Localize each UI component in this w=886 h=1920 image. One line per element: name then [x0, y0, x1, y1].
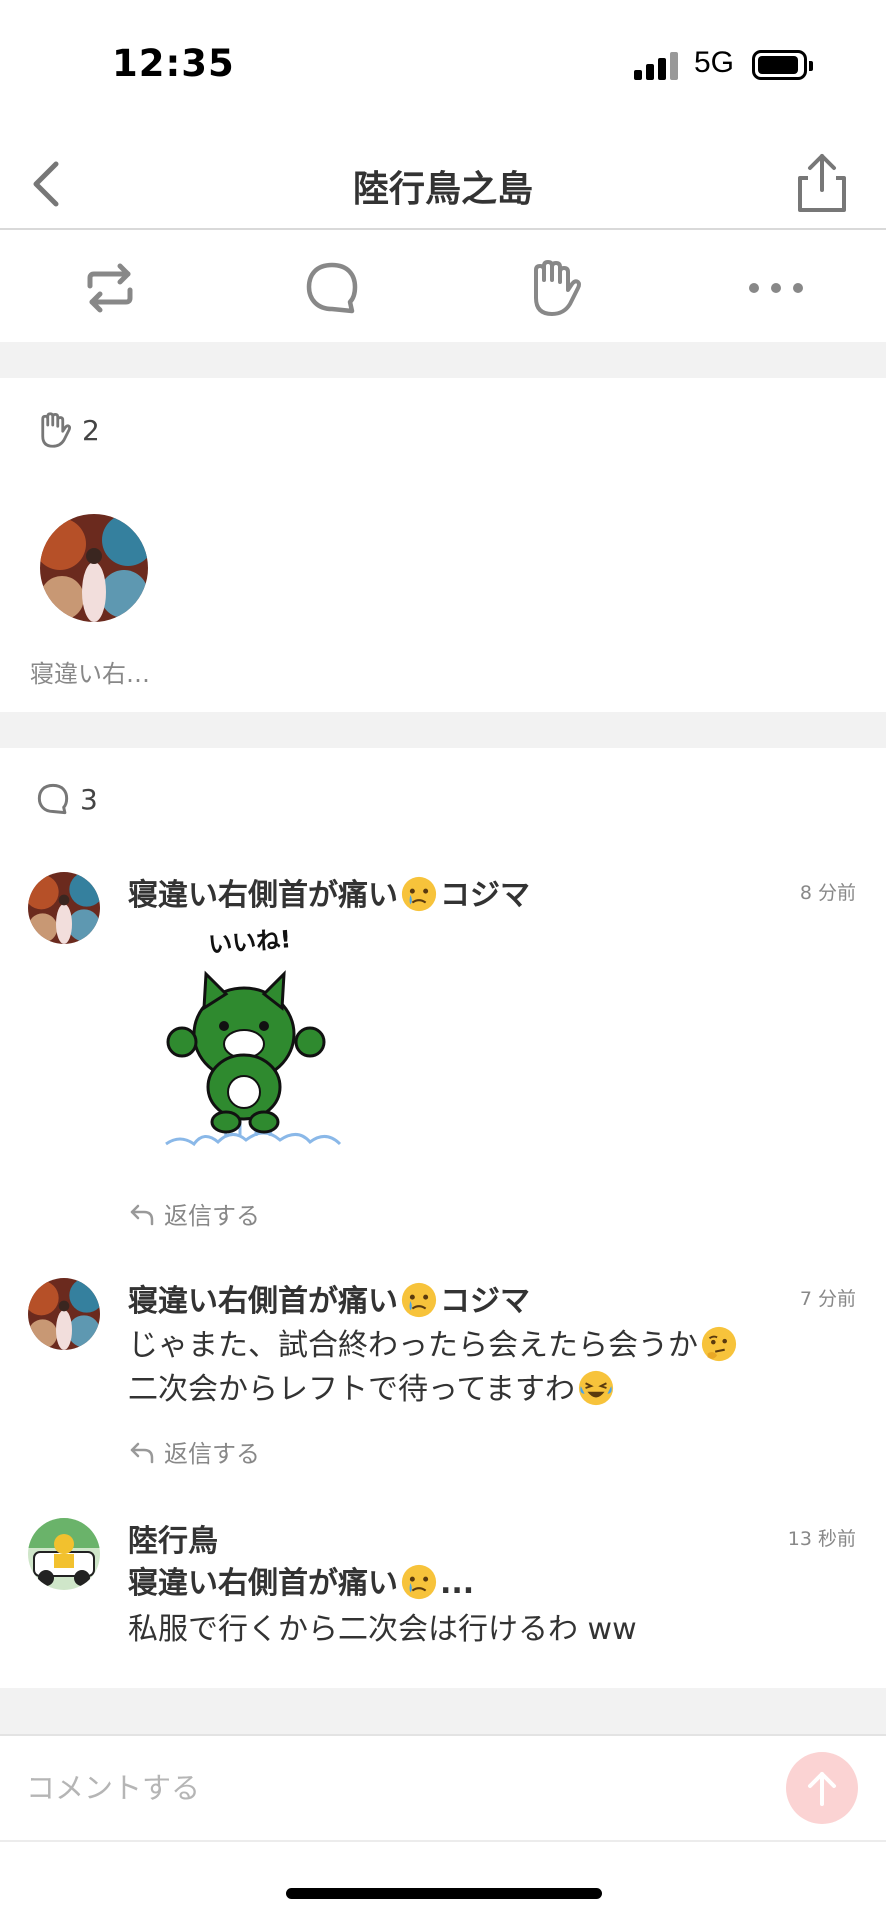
- network-label: 5G: [694, 46, 735, 79]
- sad-face-emoji-icon: [401, 876, 437, 912]
- home-indicator: [286, 1888, 602, 1899]
- more-dots-icon[interactable]: [744, 256, 808, 320]
- clap-hand-icon: [41, 412, 72, 448]
- comment-author[interactable]: 寝違い右側首が痛い コジマ: [128, 870, 530, 914]
- reply-label: 返信する: [164, 1440, 260, 1468]
- signal-icon: [634, 50, 680, 80]
- avatar[interactable]: [28, 872, 100, 944]
- laughing-tears-emoji-icon: [578, 1370, 614, 1406]
- comment-item: 寝違い右側首が痛い コジマ 7 分前 じゃまた、試合終わったら会えたら会うか 二次…: [0, 1276, 886, 1476]
- comments-count: 3: [80, 782, 98, 816]
- action-row: [0, 232, 886, 342]
- section-divider: [0, 1688, 886, 1734]
- reply-label: 返信する: [164, 1202, 260, 1230]
- reply-arrow-icon: [130, 1204, 154, 1225]
- section-divider: [0, 342, 886, 378]
- mention-name: 寝違い右側首が痛い: [128, 1566, 398, 1601]
- comment-text: じゃまた、試合終わったら会えたら会うか 二次会からレフトで待ってますわ: [128, 1324, 740, 1412]
- comment-line: 二次会からレフトで待ってますわ: [128, 1372, 575, 1407]
- thinking-face-emoji-icon: [701, 1326, 737, 1362]
- author-name-part: 寝違い右側首が痛い: [128, 878, 398, 913]
- status-bar: 12:35 5G: [0, 0, 886, 130]
- repost-icon[interactable]: [78, 256, 142, 320]
- author-name-part: 寝違い右側首が痛い: [128, 1284, 398, 1319]
- comment-bubble-icon: [37, 783, 69, 815]
- likes-count: 2: [82, 413, 100, 447]
- comment-item: 寝違い右側首が痛い コジマ 8 分前 いいね! 返信する: [0, 870, 886, 1230]
- likes-section: 2 寝違い右…: [0, 378, 886, 712]
- comment-mention[interactable]: 寝違い右側首が痛い...: [128, 1562, 474, 1606]
- comment-time: 8 分前: [799, 882, 856, 904]
- page-title: 陸行鳥之島: [352, 169, 533, 210]
- reply-button[interactable]: 返信する: [128, 1434, 260, 1469]
- comment-author[interactable]: 陸行鳥: [128, 1516, 218, 1560]
- reply-arrow-icon: [130, 1442, 154, 1463]
- comments-count-row: 3: [34, 780, 98, 818]
- share-icon[interactable]: [792, 150, 852, 216]
- sticker: いいね!: [160, 922, 380, 1162]
- avatar[interactable]: [28, 1278, 100, 1350]
- status-time: 12:35: [112, 42, 235, 85]
- comment-time: 13 秒前: [787, 1528, 856, 1550]
- comment-input[interactable]: [26, 1758, 766, 1818]
- comment-bubble-icon[interactable]: [300, 256, 364, 320]
- send-button[interactable]: [786, 1752, 858, 1824]
- comment-text: 私服で行くから二次会は行けるわ ww: [128, 1612, 637, 1647]
- mention-ellipsis: ...: [440, 1566, 475, 1601]
- battery-icon: [752, 50, 813, 80]
- sad-face-emoji-icon: [401, 1564, 437, 1600]
- liker-name[interactable]: 寝違い右…: [30, 654, 150, 689]
- author-name-part: コジマ: [440, 1284, 530, 1319]
- clap-hand-icon[interactable]: [522, 256, 586, 320]
- sad-face-emoji-icon: [401, 1282, 437, 1318]
- comment-author[interactable]: 寝違い右側首が痛い コジマ: [128, 1276, 530, 1320]
- arrow-up-icon: [808, 1772, 836, 1806]
- avatar[interactable]: [40, 514, 148, 622]
- author-name-part: コジマ: [440, 878, 530, 913]
- reply-button[interactable]: 返信する: [128, 1196, 260, 1231]
- green-bear-sticker-icon: [165, 970, 342, 1147]
- section-divider: [0, 712, 886, 748]
- comment-input-bar: [0, 1734, 886, 1842]
- comment-time: 7 分前: [799, 1288, 856, 1310]
- likes-count-row: 2: [34, 410, 100, 450]
- comment-line: じゃまた、試合終わったら会えたら会うか: [128, 1328, 698, 1363]
- avatar[interactable]: [28, 1518, 100, 1590]
- comments-section: 3 寝違い右側首が痛い コジマ 8 分前 いいね! 返信する 寝違い右側首が痛い…: [0, 748, 886, 1688]
- nav-bar: 陸行鳥之島: [0, 130, 886, 230]
- comment-item: 陸行鳥 13 秒前 寝違い右側首が痛い... 私服で行くから二次会は行けるわ w…: [0, 1516, 886, 1666]
